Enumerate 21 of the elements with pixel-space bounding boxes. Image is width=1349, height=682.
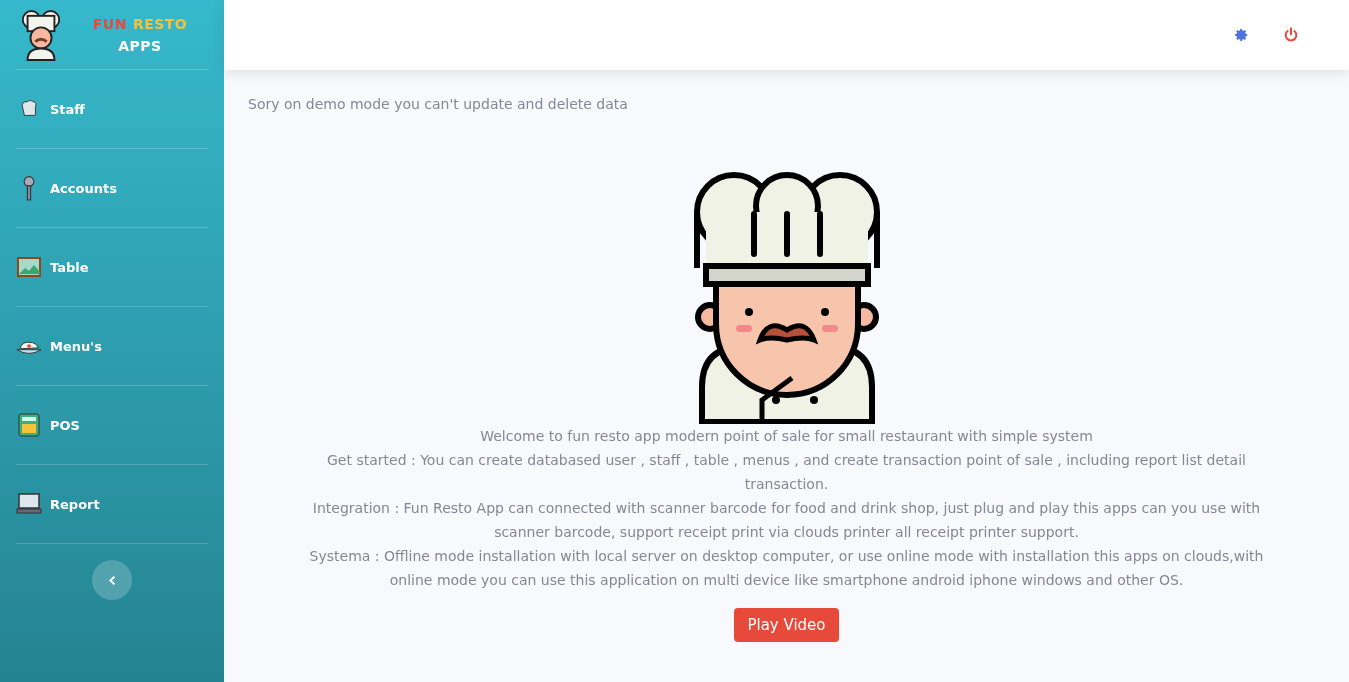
calculator-icon [16, 413, 42, 437]
demo-notice: Sory on demo mode you can't update and delete data [248, 96, 629, 112]
picture-icon [16, 257, 42, 277]
brand-subtitle: APPS [118, 37, 162, 54]
sidebar-item[interactable]: Staff [16, 70, 208, 149]
sidebar-item[interactable]: POS [16, 386, 208, 465]
description-text: Systema : Offline mode installation with local server on desktop computer, or use online mode with installation this apps on clouds,with online mode you can use this application on multi device like smartphone android iphone windows and other OS. [308, 547, 1265, 590]
sidebar-item[interactable]: Accounts [16, 149, 208, 228]
brand-word: RESTO [132, 15, 188, 32]
sidebar-item[interactable]: Menu's [16, 307, 208, 386]
computer-icon [16, 493, 42, 515]
chevron-left-icon [108, 574, 116, 586]
sidebar-item[interactable]: Table [16, 228, 208, 307]
description-text: Welcome to fun resto app modern point of sale for small restaurant with simple system [480, 427, 1093, 446]
description-text: Integration : Fun Resto App can connected with scanner barcode for food and drink shop, just plug and play this apps can you use with scanner barcode, support receipt print via clouds printer all receipt printer support. [311, 499, 1262, 542]
description-text: Get started : You can create databased user , staff , table , menus , and create transaction point of sale , including report list detail transaction. [326, 451, 1247, 494]
settings-icon[interactable] [1235, 28, 1249, 42]
power-icon[interactable] [1283, 27, 1299, 43]
play-video-button[interactable]: Play Video [734, 608, 839, 642]
brand-word: FUN [92, 15, 127, 32]
sidebar-item[interactable]: Report [16, 465, 208, 544]
